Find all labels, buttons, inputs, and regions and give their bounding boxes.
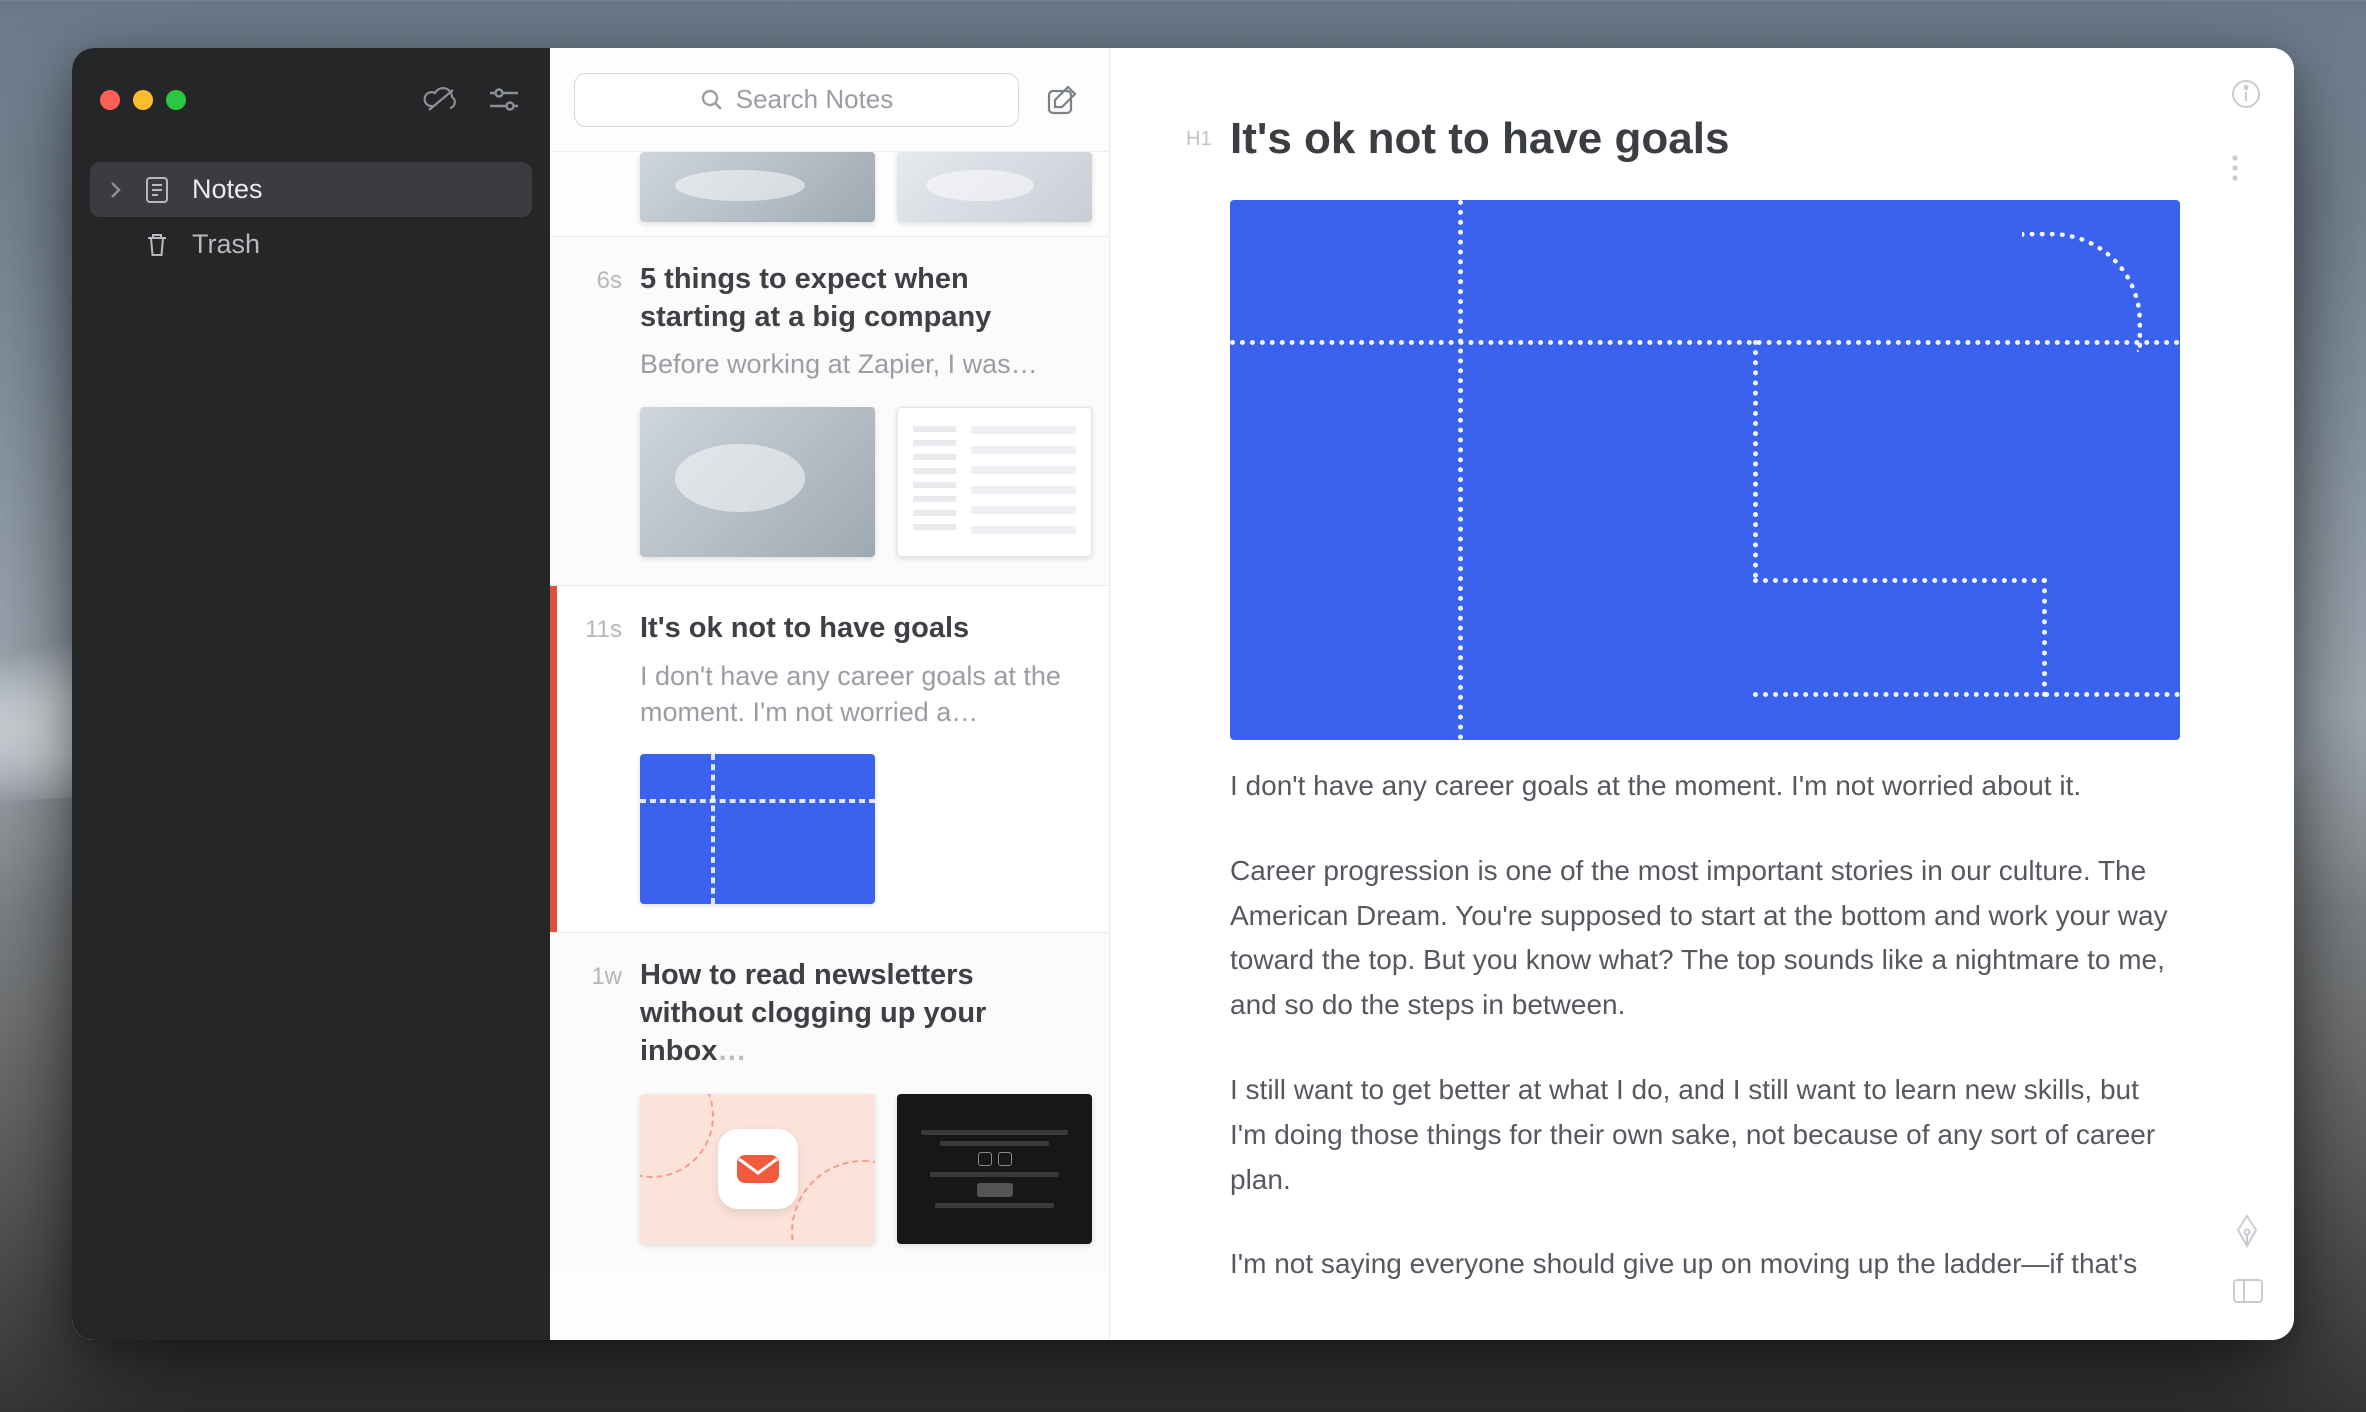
document-paragraph[interactable]: I still want to get better at what I do,… bbox=[1230, 1068, 2170, 1202]
list-item[interactable]: 6s 5 things to expect when starting at a… bbox=[550, 236, 1109, 585]
note-title: 5 things to expect when starting at a bi… bbox=[640, 261, 1081, 336]
note-preview: I don't have any career goals at the mom… bbox=[640, 658, 1081, 731]
more-vertical-icon bbox=[2230, 152, 2240, 184]
note-icon bbox=[144, 175, 174, 205]
thumbnail-image bbox=[640, 407, 875, 557]
sync-status-icon[interactable] bbox=[422, 82, 458, 118]
info-button[interactable] bbox=[2230, 78, 2264, 112]
list-item-partial-top[interactable] bbox=[640, 152, 1109, 236]
document-title[interactable]: H1 It's ok not to have goals bbox=[1230, 114, 2184, 164]
trash-icon bbox=[144, 230, 174, 260]
pen-mode-button[interactable] bbox=[2232, 1214, 2264, 1248]
info-icon bbox=[2230, 78, 2262, 110]
search-placeholder: Search Notes bbox=[736, 84, 894, 115]
minimize-window-button[interactable] bbox=[133, 90, 153, 110]
thumbnail-image bbox=[640, 1094, 875, 1244]
thumbnail-image bbox=[897, 407, 1092, 557]
titlebar bbox=[72, 48, 550, 152]
note-timestamp: 1w bbox=[578, 957, 622, 1244]
document-hero-image[interactable] bbox=[1230, 200, 2180, 740]
app-window: Notes Trash Search Notes bbox=[72, 48, 2294, 1340]
more-button[interactable] bbox=[2230, 152, 2264, 186]
list-item[interactable]: 11s It's ok not to have goals I don't ha… bbox=[550, 585, 1109, 933]
search-input[interactable]: Search Notes bbox=[574, 73, 1019, 127]
note-list-scroll[interactable]: 6s 5 things to expect when starting at a… bbox=[550, 152, 1109, 1340]
note-timestamp: 11s bbox=[578, 610, 622, 905]
zoom-window-button[interactable] bbox=[166, 90, 186, 110]
editor-toolbar-top bbox=[2230, 78, 2264, 186]
sidebar-item-notes[interactable]: Notes bbox=[90, 162, 532, 217]
compose-icon bbox=[1044, 82, 1080, 118]
window-controls bbox=[100, 90, 186, 110]
thumbnail-image bbox=[897, 1094, 1092, 1244]
sidebar-panel-icon bbox=[2232, 1278, 2264, 1304]
document-paragraph[interactable]: I don't have any career goals at the mom… bbox=[1230, 764, 2170, 809]
close-window-button[interactable] bbox=[100, 90, 120, 110]
settings-sliders-icon[interactable] bbox=[486, 82, 522, 118]
document-paragraph[interactable]: Career progression is one of the most im… bbox=[1230, 849, 2170, 1028]
sidebar: Notes Trash bbox=[72, 48, 550, 1340]
panel-toggle-button[interactable] bbox=[2232, 1278, 2264, 1304]
sidebar-item-label: Trash bbox=[192, 229, 260, 260]
note-title: How to read newsletters without clogging… bbox=[640, 957, 1081, 1070]
list-item[interactable]: 1w How to read newsletters without clogg… bbox=[550, 932, 1109, 1272]
editor-panel: H1 It's ok not to have goals I don't hav… bbox=[1110, 48, 2294, 1340]
thumbnail-image bbox=[897, 152, 1092, 222]
note-title: It's ok not to have goals bbox=[640, 610, 1081, 648]
sidebar-item-trash[interactable]: Trash bbox=[90, 217, 532, 272]
pen-nib-icon bbox=[2232, 1214, 2262, 1248]
document-paragraph[interactable]: I'm not saying everyone should give up o… bbox=[1230, 1242, 2170, 1287]
chevron-right-icon bbox=[108, 181, 126, 199]
heading-level-tag: H1 bbox=[1186, 128, 1212, 151]
new-note-button[interactable] bbox=[1039, 77, 1085, 123]
sidebar-item-label: Notes bbox=[192, 174, 263, 205]
note-list-header: Search Notes bbox=[550, 48, 1109, 152]
note-list-panel: Search Notes 6s 5 things to expect when … bbox=[550, 48, 1110, 1340]
note-timestamp: 6s bbox=[578, 261, 622, 557]
search-icon bbox=[700, 88, 724, 112]
thumbnail-image bbox=[640, 152, 875, 222]
thumbnail-image bbox=[640, 754, 875, 904]
sidebar-nav: Notes Trash bbox=[72, 152, 550, 282]
editor-toolbar-bottom bbox=[2232, 1214, 2264, 1304]
note-preview: Before working at Zapier, I was… bbox=[640, 346, 1081, 382]
